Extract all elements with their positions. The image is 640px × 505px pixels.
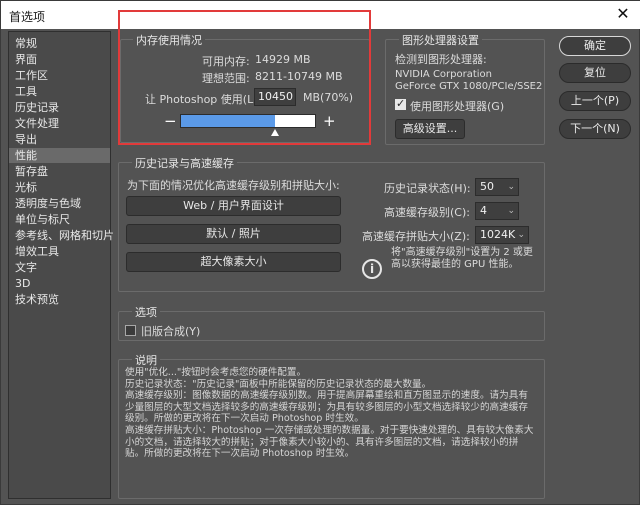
description-line: 高速缓存拼贴大小：Photoshop 一次存储或处理的数据量。对于要快速处理的、… <box>125 424 534 460</box>
gpu-detected-label: 检测到图形处理器: <box>395 53 487 66</box>
description-title: 说明 <box>132 352 160 368</box>
sidebar-item-performance[interactable]: 性能 <box>9 148 110 163</box>
preferences-sidebar: 常规 界面 工作区 工具 历史记录 文件处理 导出 性能 暂存盘 光标 透明度与… <box>8 31 114 499</box>
cache-levels-select[interactable]: 4 ⌄ <box>475 202 519 220</box>
sidebar-item-tech-preview[interactable]: 技术预览 <box>9 292 110 307</box>
huge-pixel-button[interactable]: 超大像素大小 <box>126 252 341 272</box>
history-states-label: 历史记录状态(H): <box>384 182 471 195</box>
use-gpu-checkbox[interactable] <box>395 97 406 110</box>
sidebar-item-export[interactable]: 导出 <box>9 132 110 147</box>
previous-button[interactable]: 上一个(P) <box>559 91 631 111</box>
window-title: 首选项 <box>9 10 46 24</box>
gpu-cache-info-text: 将"高速缓存级别"设置为 2 或更高以获得最佳的 GPU 性能。 <box>391 247 533 270</box>
advanced-settings-button[interactable]: 高级设置... <box>395 119 465 139</box>
gpu-vendor: NVIDIA Corporation <box>395 69 493 80</box>
description-line: 高速缓存级别：图像数据的高速缓存级别数。用于提高屏幕重绘和直方图显示的速度。请为… <box>125 390 528 425</box>
description-text: 使用"优化..."按钮时会考虑您的硬件配置。 历史记录状态："历史记录"面板中所… <box>125 367 535 460</box>
sidebar-item-plugins[interactable]: 增效工具 <box>9 244 110 259</box>
legacy-compositing-checkbox[interactable] <box>125 325 136 336</box>
options-title: 选项 <box>132 304 160 320</box>
sidebar-item-interface[interactable]: 界面 <box>9 52 110 67</box>
legacy-compositing-label: 旧版合成(Y) <box>141 325 201 338</box>
sidebar-item-guides-grid[interactable]: 参考线、网格和切片 <box>9 228 114 243</box>
sidebar-item-tools[interactable]: 工具 <box>9 84 110 99</box>
web-ui-design-button[interactable]: Web / 用户界面设计 <box>126 196 341 216</box>
cache-levels-value: 4 <box>480 204 487 217</box>
tile-size-select[interactable]: 1024K ⌄ <box>475 226 529 244</box>
default-photo-button[interactable]: 默认 / 照片 <box>126 224 341 244</box>
optimize-label: 为下面的情况优化高速缓存级别和拼贴大小: <box>127 179 340 192</box>
chevron-down-icon: ⌄ <box>507 182 515 192</box>
history-states-value: 50 <box>480 180 494 193</box>
sidebar-item-scratch-disks[interactable]: 暂存盘 <box>9 164 110 179</box>
tile-size-label: 高速缓存拼贴大小(Z): <box>362 230 470 243</box>
sidebar-item-cursors[interactable]: 光标 <box>9 180 110 195</box>
sidebar-item-units-rulers[interactable]: 单位与标尺 <box>9 212 110 227</box>
close-icon[interactable]: ✕ <box>613 4 633 24</box>
description-line: 历史记录状态："历史记录"面板中所能保留的历史记录状态的最大数量。 <box>125 378 432 390</box>
sidebar-item-workspace[interactable]: 工作区 <box>9 68 110 83</box>
description-line: 使用"优化..."按钮时会考虑您的硬件配置。 <box>125 367 307 378</box>
reset-button[interactable]: 复位 <box>559 63 631 83</box>
ok-button[interactable]: 确定 <box>559 36 631 56</box>
info-icon: i <box>362 259 382 279</box>
history-cache-title: 历史记录与高速缓存 <box>132 155 237 171</box>
gpu-settings-title: 图形处理器设置 <box>399 32 482 48</box>
next-button[interactable]: 下一个(N) <box>559 119 631 139</box>
sidebar-item-general[interactable]: 常规 <box>9 36 110 51</box>
sidebar-item-type[interactable]: 文字 <box>9 260 110 275</box>
sidebar-item-file-handling[interactable]: 文件处理 <box>9 116 110 131</box>
highlight-box <box>118 10 371 145</box>
cache-levels-label: 高速缓存级别(C): <box>384 206 470 219</box>
chevron-down-icon: ⌄ <box>517 230 525 240</box>
gpu-model: GeForce GTX 1080/PCIe/SSE2 <box>395 81 543 92</box>
use-gpu-label: 使用图形处理器(G) <box>410 100 505 113</box>
sidebar-item-history[interactable]: 历史记录 <box>9 100 110 115</box>
tile-size-value: 1024K <box>480 228 516 241</box>
sidebar-item-transparency[interactable]: 透明度与色域 <box>9 196 110 211</box>
history-states-select[interactable]: 50 ⌄ <box>475 178 519 196</box>
chevron-down-icon: ⌄ <box>507 206 515 216</box>
sidebar-item-3d[interactable]: 3D <box>9 276 110 291</box>
preferences-window: 首选项 ✕ 常规 界面 工作区 工具 历史记录 文件处理 导出 性能 暂存盘 光… <box>0 0 640 505</box>
